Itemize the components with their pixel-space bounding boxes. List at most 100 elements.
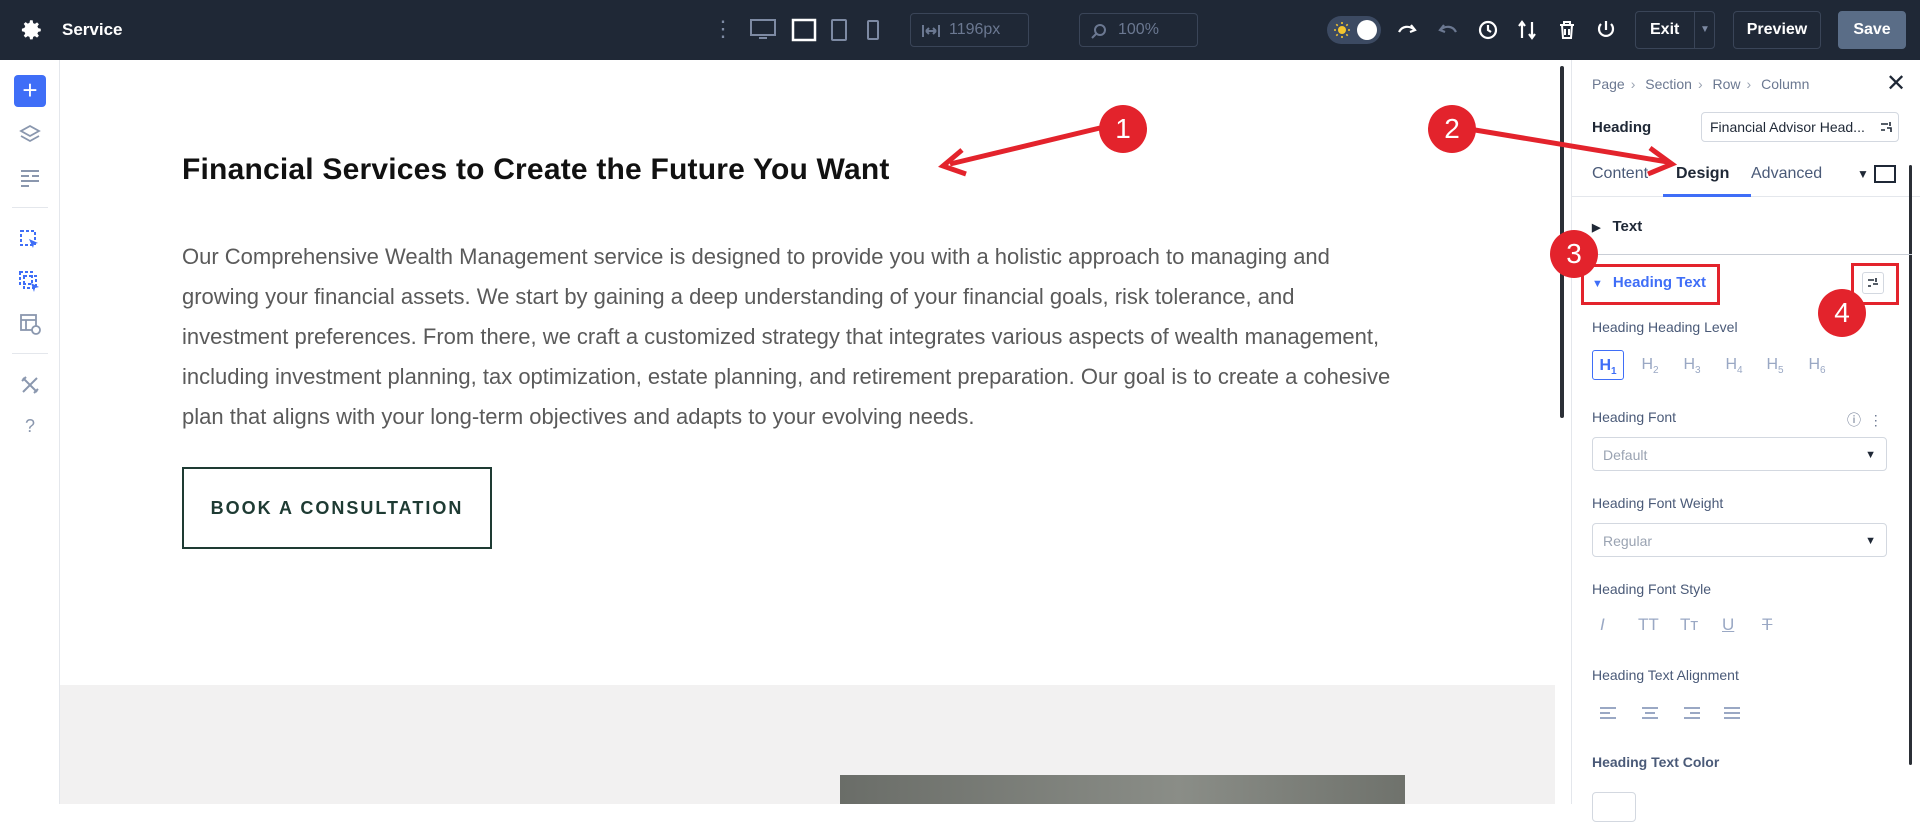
heading-level-h1[interactable]: H1 <box>1592 350 1624 380</box>
info-icon[interactable]: ⓘ <box>1847 412 1861 428</box>
uppercase-button[interactable]: TT <box>1638 615 1659 635</box>
sidebar-divider <box>12 353 48 354</box>
history-icon[interactable] <box>1476 18 1500 42</box>
phone-icon[interactable] <box>864 18 882 42</box>
italic-button[interactable]: I <box>1600 615 1605 635</box>
breadcrumb-column[interactable]: Column <box>1761 76 1809 92</box>
breadcrumb-row[interactable]: Row <box>1713 76 1741 92</box>
heading-color-label: Heading Text Color <box>1592 754 1720 770</box>
heading-font-value: Default <box>1603 447 1648 463</box>
heading-level-h6[interactable]: H6 <box>1801 350 1833 380</box>
heading-font-style-label: Heading Font Style <box>1592 581 1712 597</box>
strikethrough-button[interactable]: T <box>1762 615 1772 635</box>
exit-divider <box>1694 12 1695 48</box>
module-name-field[interactable]: Financial Advisor Head... <box>1701 112 1899 142</box>
module-name-value: Financial Advisor Head... <box>1710 119 1865 135</box>
heading-font-select[interactable]: Default ▼ <box>1592 437 1887 471</box>
width-value: 1196px <box>949 21 1001 38</box>
align-right-icon[interactable] <box>1682 705 1702 723</box>
breadcrumb-section[interactable]: Section <box>1645 76 1692 92</box>
panel-scrollbar[interactable] <box>1909 165 1912 765</box>
chevron-right-icon: › <box>1630 76 1636 92</box>
heading-font-weight-label: Heading Font Weight <box>1592 495 1724 511</box>
zoom-field[interactable]: 100% <box>1079 13 1198 47</box>
save-button[interactable]: Save <box>1838 11 1906 49</box>
kebab-icon[interactable]: ⋮ <box>712 18 734 40</box>
trash-icon[interactable] <box>1555 18 1579 42</box>
sort-icon[interactable] <box>1515 18 1539 42</box>
align-justify-icon[interactable] <box>1722 705 1742 723</box>
chevron-right-icon: › <box>1697 76 1703 92</box>
toggle-knob <box>1357 20 1377 40</box>
width-field[interactable]: 1196px <box>910 13 1029 47</box>
hero-body-text[interactable]: Our Comprehensive Wealth Management serv… <box>182 237 1402 437</box>
heading-alignment-label: Heading Text Alignment <box>1592 667 1739 683</box>
breadcrumb: Page › Section › Row › Column <box>1592 76 1809 92</box>
exit-label: Exit <box>1650 21 1680 38</box>
align-left-icon[interactable] <box>1598 705 1618 723</box>
heading-font-weight-select[interactable]: Regular ▼ <box>1592 523 1887 557</box>
desktop-icon[interactable] <box>749 18 777 42</box>
close-icon[interactable]: ✕ <box>1886 72 1906 96</box>
annotation-marker-1: 1 <box>1099 105 1147 153</box>
breadcrumb-page[interactable]: Page <box>1592 76 1625 92</box>
heading-font-weight-value: Regular <box>1603 533 1653 549</box>
heading-level-h5[interactable]: H5 <box>1759 350 1791 380</box>
chevron-down-icon: ▼ <box>1865 535 1876 547</box>
settings-tabs: Content Design Advanced ▼ <box>1572 155 1920 197</box>
sidebar-divider <box>12 207 48 208</box>
page-canvas: Financial Services to Create the Future … <box>60 60 1555 804</box>
page-title: Service <box>62 20 123 39</box>
caret-down-icon[interactable]: ▼ <box>1857 167 1869 181</box>
zoom-icon <box>1091 24 1106 39</box>
align-center-icon[interactable] <box>1640 705 1660 723</box>
layout-icon[interactable] <box>18 166 42 190</box>
section-text-label: Text <box>1612 218 1643 235</box>
heading-level-h3[interactable]: H3 <box>1676 350 1708 380</box>
add-module-button[interactable]: + <box>14 75 46 107</box>
heading-color-swatch[interactable] <box>1592 792 1636 822</box>
undo-icon[interactable] <box>1395 18 1419 42</box>
help-icon[interactable]: ? <box>18 414 42 438</box>
exit-button[interactable]: Exit ▼ <box>1635 11 1715 49</box>
preset-box-icon[interactable] <box>1874 165 1896 183</box>
click-icon[interactable] <box>18 228 42 252</box>
preview-button[interactable]: Preview <box>1733 11 1821 49</box>
wireframe-icon[interactable] <box>791 18 817 42</box>
power-icon[interactable] <box>1594 18 1618 42</box>
left-sidebar: + ? <box>0 60 60 804</box>
tab-advanced[interactable]: Advanced <box>1751 165 1822 183</box>
annotation-marker-2: 2 <box>1428 105 1476 153</box>
highlight-heading-text <box>1581 264 1720 305</box>
tab-content[interactable]: Content <box>1592 165 1648 183</box>
width-icon <box>922 25 940 37</box>
hero-heading[interactable]: Financial Services to Create the Future … <box>182 153 890 187</box>
active-tab-indicator <box>1663 194 1751 197</box>
tools-icon[interactable] <box>18 373 42 397</box>
underline-button[interactable]: U <box>1722 615 1734 635</box>
layers-icon[interactable] <box>18 123 42 147</box>
template-icon[interactable] <box>18 312 42 336</box>
caret-right-icon: ▶ <box>1592 222 1601 234</box>
settings-panel: Page › Section › Row › Column ✕ Heading Fin… <box>1571 60 1920 822</box>
gear-icon[interactable] <box>18 17 44 43</box>
chevron-right-icon: › <box>1746 76 1752 92</box>
tab-design[interactable]: Design <box>1676 165 1729 183</box>
redo-icon[interactable] <box>1436 18 1460 42</box>
heading-level-h4[interactable]: H4 <box>1718 350 1750 380</box>
dynamic-content-icon[interactable] <box>1880 121 1892 133</box>
top-toolbar: Service ⋮ 1196px 100% Exit ▼ Preview Sav… <box>0 0 1920 60</box>
chevron-down-icon[interactable]: ▼ <box>1700 12 1710 48</box>
heading-level-label: Heading Heading Level <box>1592 319 1738 335</box>
section-divider <box>1572 254 1912 255</box>
heading-level-h2[interactable]: H2 <box>1634 350 1666 380</box>
theme-toggle[interactable] <box>1327 16 1381 44</box>
section-text-toggle[interactable]: ▶ Text <box>1592 218 1642 235</box>
capitalize-button[interactable]: Tт <box>1680 615 1698 635</box>
sun-icon <box>1334 22 1350 38</box>
click-multi-icon[interactable] <box>18 270 42 294</box>
tablet-icon[interactable] <box>829 18 849 42</box>
heading-font-label: Heading Font <box>1592 409 1677 425</box>
book-consultation-button[interactable]: BOOK A CONSULTATION <box>182 467 492 549</box>
more-icon[interactable]: ⋮ <box>1869 412 1883 428</box>
